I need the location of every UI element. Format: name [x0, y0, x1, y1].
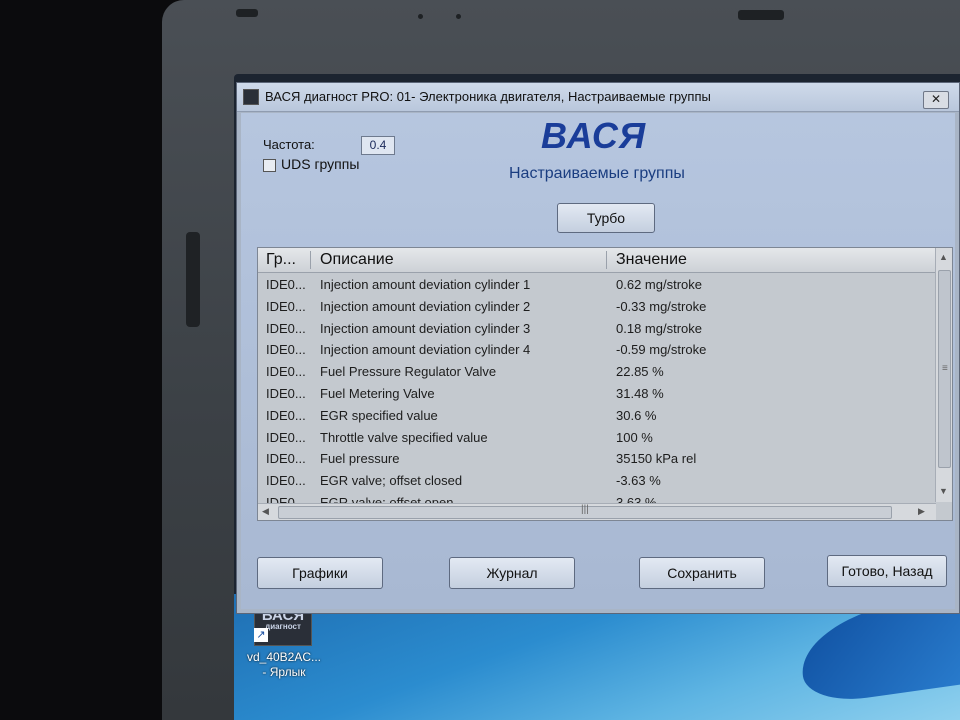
window-client: Частота: 0.4 UDS группы ВАСЯ Настраиваем… — [241, 113, 955, 609]
graphs-button[interactable]: Графики — [257, 557, 383, 589]
table-row[interactable]: IDE0... Injection amount deviation cylind… — [258, 339, 936, 361]
app-window: ВАСЯ диагност PRO: 01- Электроника двига… — [236, 82, 960, 614]
app-icon — [243, 89, 259, 105]
bezel-dot-2 — [456, 14, 461, 19]
row-description-cell: Injection amount deviation cylinder 2 — [320, 298, 531, 314]
row-description-cell: Injection amount deviation cylinder 4 — [320, 342, 531, 358]
row-value-cell: 35150 kPa rel — [616, 451, 697, 467]
groups-list-view[interactable]: Гр... Описание Значение IDE0... Injection… — [257, 247, 953, 521]
table-row[interactable]: IDE0... Injection amount deviation cylind… — [258, 274, 936, 296]
row-group-cell: IDE0... — [266, 429, 306, 445]
column-divider[interactable] — [606, 251, 607, 269]
row-description-cell: Fuel Pressure Regulator Valve — [320, 364, 497, 380]
horizontal-scroll-thumb[interactable]: ||| — [278, 504, 892, 519]
row-description-cell: EGR valve; offset closed — [320, 473, 463, 489]
bezel-notch-left — [236, 9, 258, 17]
row-value-cell: -0.59 mg/stroke — [616, 342, 707, 358]
uds-groups-label[interactable]: UDS группы — [281, 156, 359, 172]
row-description-cell: Injection amount deviation cylinder 3 — [320, 320, 531, 336]
close-button[interactable]: ✕ — [923, 91, 949, 109]
row-description-cell: Fuel Metering Valve — [320, 385, 435, 401]
table-row[interactable]: IDE0... EGR valve; offset closed -3.63 % — [258, 470, 936, 492]
row-group-cell: IDE0... — [266, 298, 306, 314]
row-group-cell: IDE0... — [266, 320, 306, 336]
log-button[interactable]: Журнал — [449, 557, 575, 589]
page-subtitle: Настраиваемые группы — [509, 165, 685, 182]
shortcut-arrow-icon: ↗ — [254, 628, 268, 642]
row-value-cell: -0.33 mg/stroke — [616, 298, 707, 314]
row-value-cell: -3.63 % — [616, 473, 661, 489]
row-description-cell: Injection amount deviation cylinder 1 — [320, 277, 531, 292]
list-header: Гр... Описание Значение — [258, 248, 936, 273]
title-bar[interactable]: ВАСЯ диагност PRO: 01- Электроника двига… — [237, 83, 959, 112]
row-group-cell: IDE0... — [266, 364, 306, 380]
row-value-cell: 22.85 % — [616, 364, 664, 380]
row-value-cell: 100 % — [616, 429, 653, 445]
frequency-input[interactable]: 0.4 — [361, 136, 395, 155]
row-group-cell: IDE0... — [266, 407, 306, 423]
row-value-cell: 30.6 % — [616, 407, 657, 423]
column-header-group[interactable]: Гр... — [266, 251, 296, 269]
desktop-label-line1: vd_40B2AC... — [246, 650, 322, 664]
save-button[interactable]: Сохранить — [639, 557, 765, 589]
table-row[interactable]: IDE0... Fuel Pressure Regulator Valve 22.8… — [258, 361, 936, 383]
done-back-button[interactable]: Готово, Назад — [827, 555, 947, 587]
uds-groups-checkbox[interactable] — [263, 159, 276, 172]
row-description-cell: EGR specified value — [320, 407, 438, 423]
row-value-cell: 0.62 mg/stroke — [616, 277, 702, 292]
horizontal-scrollbar[interactable]: ◀ ||| ▶ — [258, 503, 936, 520]
grip-icon: ||| — [581, 504, 589, 515]
column-header-description[interactable]: Описание — [320, 251, 394, 269]
column-header-value[interactable]: Значение — [616, 251, 687, 269]
row-group-cell: IDE0... — [266, 473, 306, 489]
grip-icon: ≡ — [942, 363, 948, 374]
table-row[interactable]: IDE0... EGR specified value 30.6 % — [258, 405, 936, 427]
table-row[interactable]: IDE0... Fuel pressure 35150 kPa rel — [258, 448, 936, 470]
arrow-right-icon[interactable]: ▶ — [918, 506, 925, 517]
row-description-cell: Throttle valve specified value — [320, 429, 488, 445]
bezel-dot-1 — [418, 14, 423, 19]
vertical-scroll-thumb[interactable]: ≡ — [938, 270, 951, 468]
table-row[interactable]: IDE0... Injection amount deviation cylind… — [258, 296, 936, 318]
desktop-label-line2: - Ярлык — [262, 665, 306, 679]
arrow-up-icon[interactable]: ▲ — [939, 252, 948, 262]
row-description-cell: Fuel pressure — [320, 451, 400, 467]
list-rows: IDE0... Injection amount deviation cylind… — [258, 274, 936, 514]
screen: ВАСЯ диагност ↗ vd_40B2AC... - Ярлык ВАС… — [234, 74, 960, 720]
bezel-notch-right — [738, 10, 784, 20]
table-row[interactable]: IDE0... Injection amount deviation cylind… — [258, 318, 936, 340]
arrow-left-icon[interactable]: ◀ — [262, 506, 269, 517]
row-group-cell: IDE0... — [266, 277, 306, 292]
column-divider[interactable] — [310, 251, 311, 269]
desktop-shortcut-label[interactable]: vd_40B2AC... - Ярлык — [236, 650, 332, 680]
table-row[interactable]: IDE0... Fuel Metering Valve 31.48 % — [258, 383, 936, 405]
row-group-cell: IDE0... — [266, 342, 306, 358]
row-group-cell: IDE0... — [266, 385, 306, 401]
row-value-cell: 31.48 % — [616, 385, 664, 401]
table-row[interactable]: IDE0... Throttle valve specified value 100… — [258, 427, 936, 449]
bezel-side-slot — [186, 232, 200, 327]
window-title: ВАСЯ диагност PRO: 01- Электроника двига… — [265, 89, 711, 104]
vertical-scrollbar[interactable]: ▲ ≡ ▼ — [935, 248, 952, 502]
row-value-cell: 0.18 mg/stroke — [616, 320, 702, 336]
row-group-cell: IDE0... — [266, 451, 306, 467]
turbo-button[interactable]: Турбо — [557, 203, 655, 233]
arrow-down-icon[interactable]: ▼ — [939, 486, 948, 496]
frequency-label: Частота: — [263, 137, 315, 152]
close-icon: ✕ — [930, 92, 942, 106]
brand-logo: ВАСЯ — [541, 115, 647, 156]
